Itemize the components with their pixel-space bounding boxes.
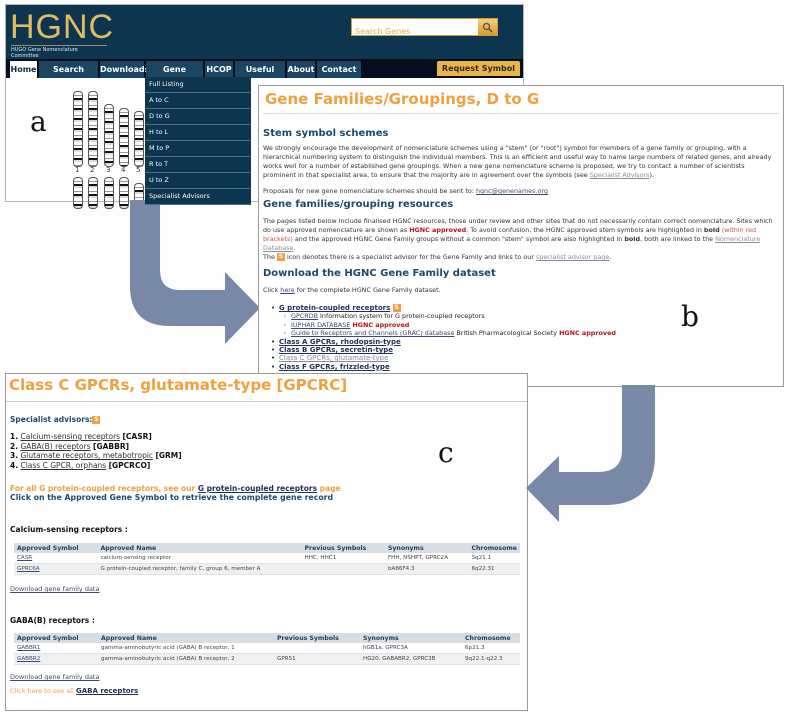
arrow-b-to-c xyxy=(526,385,655,522)
